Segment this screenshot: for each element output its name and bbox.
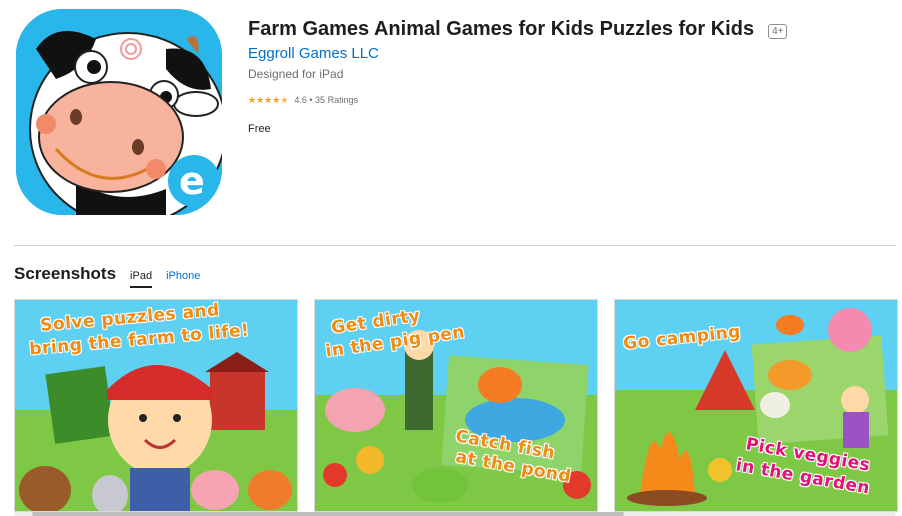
star-half-icon: ★ (280, 94, 289, 105)
screenshot-1[interactable]: Solve puzzles and bring the farm to life… (14, 299, 298, 512)
age-rating-badge: 4+ (768, 23, 788, 39)
app-title: Farm Games Animal Games for Kids Puzzles… (248, 18, 755, 40)
scrollbar-thumb[interactable] (32, 512, 624, 516)
app-header: Farm Games Animal Games for Kids Puzzles… (248, 18, 878, 135)
screenshot-3[interactable]: Go camping Pick veggies in the garden (614, 299, 898, 512)
cow-face-icon: e (16, 9, 222, 215)
price-label: Free (248, 123, 271, 135)
developer-link[interactable]: Eggroll Games LLC (248, 45, 878, 62)
screenshot-2[interactable]: Get dirty in the pig pen Catch fish at t… (314, 299, 598, 512)
star-icon: ★ (272, 94, 281, 105)
star-icon: ★ (264, 94, 273, 105)
star-rating: ★ ★ ★ ★ ★ (248, 94, 289, 105)
app-icon: e (16, 9, 222, 215)
screenshots-header: Screenshots iPad iPhone (14, 264, 200, 288)
screenshots-scrollbar[interactable] (14, 512, 896, 516)
svg-text:e: e (179, 159, 205, 203)
star-icon: ★ (256, 94, 265, 105)
tab-iphone[interactable]: iPhone (166, 270, 200, 286)
star-icon: ★ (248, 94, 257, 105)
tab-ipad[interactable]: iPad (130, 270, 153, 288)
rating-row: ★ ★ ★ ★ ★ 4.6 • 35 Ratings (248, 95, 878, 105)
section-divider (14, 245, 896, 246)
title-row: Farm Games Animal Games for Kids Puzzles… (248, 18, 878, 41)
screenshots-heading: Screenshots (14, 264, 117, 283)
designed-for-label: Designed for iPad (248, 67, 344, 81)
rating-text: 4.6 • 35 Ratings (294, 95, 359, 105)
